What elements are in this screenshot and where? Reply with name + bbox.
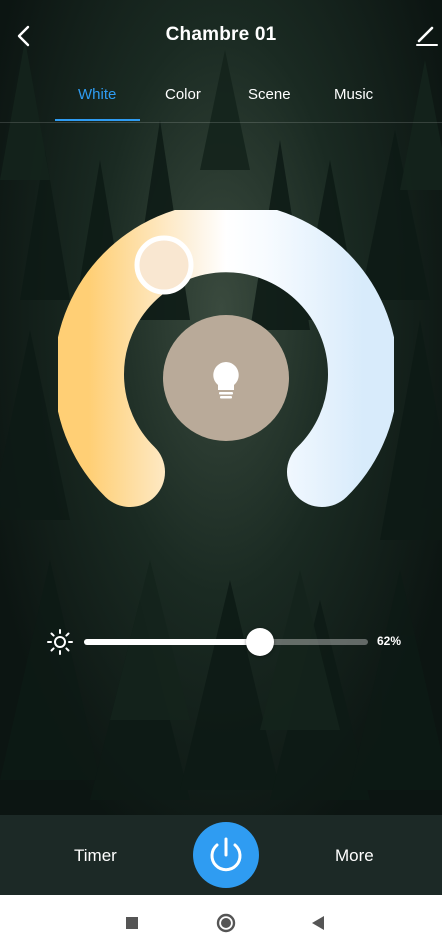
page-title: Chambre 01 [165, 24, 277, 45]
square-icon[interactable] [118, 909, 146, 937]
active-tab-indicator [55, 119, 140, 121]
more-button[interactable]: More [335, 846, 374, 866]
pencil-icon[interactable] [414, 22, 440, 48]
brightness-value: 62% [377, 634, 402, 648]
timer-button[interactable]: Timer [74, 846, 117, 866]
brightness-slider-fill [84, 639, 261, 645]
brightness-control: 62% [0, 620, 442, 664]
circle-icon[interactable] [212, 909, 240, 937]
tab-scene[interactable]: Scene [248, 86, 291, 103]
tab-white[interactable]: White [78, 86, 116, 103]
sun-icon [46, 628, 74, 656]
bulb-icon [213, 362, 239, 399]
bulb-button[interactable] [163, 315, 289, 441]
power-icon [210, 837, 242, 872]
action-bar: Timer More [0, 815, 442, 895]
power-button[interactable] [193, 822, 259, 888]
brightness-slider-thumb[interactable] [246, 628, 275, 656]
tab-color[interactable]: Color [165, 86, 201, 103]
header: Chambre 01 [0, 0, 442, 72]
tab-music[interactable]: Music [334, 86, 373, 103]
brightness-slider[interactable] [84, 628, 368, 656]
temperature-selector-knob[interactable] [132, 233, 196, 297]
system-nav-bar [0, 895, 442, 950]
mode-tabs: White Color Scene Music [0, 72, 442, 123]
triangle-back-icon[interactable] [304, 909, 332, 937]
